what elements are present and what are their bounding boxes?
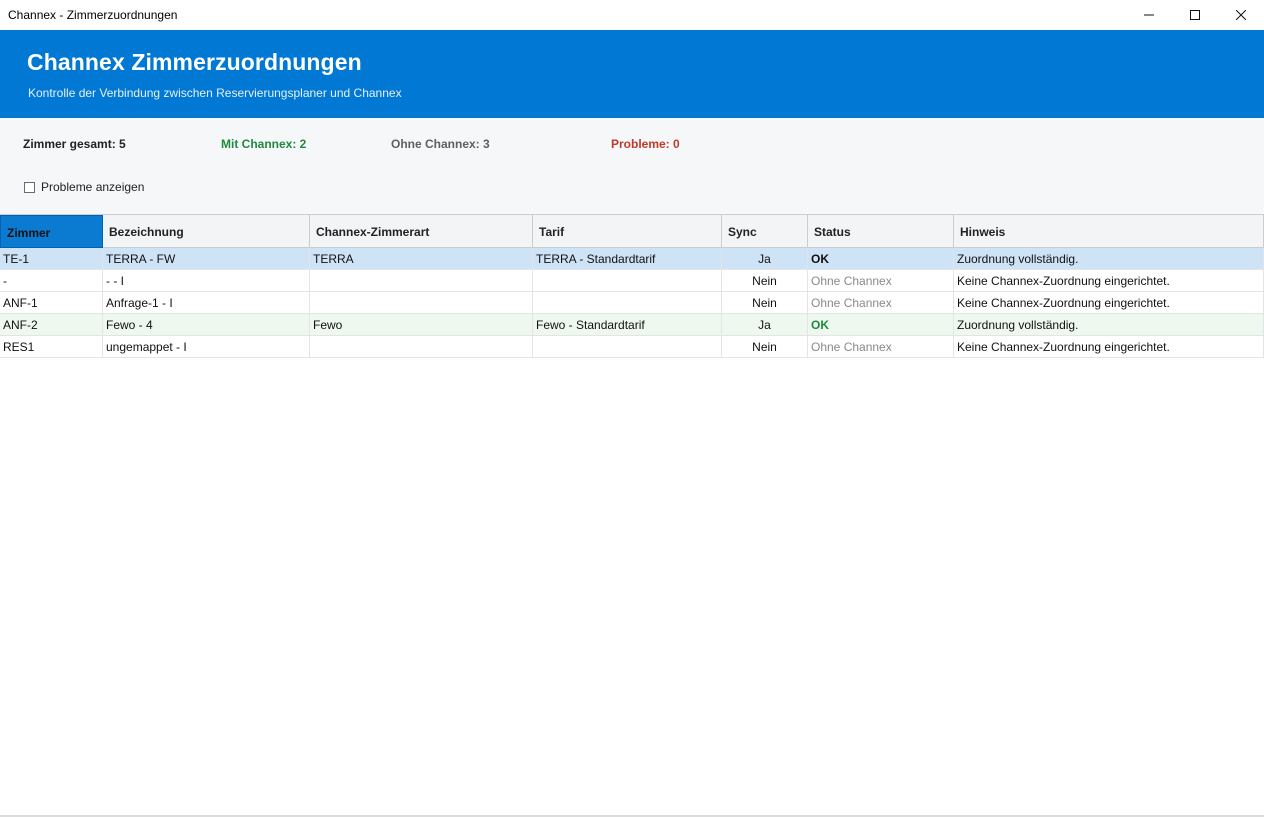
cell-tarif <box>533 336 722 357</box>
cell-hinweis: Keine Channex-Zuordnung eingerichtet. <box>954 270 1264 291</box>
close-button[interactable] <box>1218 0 1264 30</box>
cell-zimmer: RES1 <box>0 336 103 357</box>
column-header-hinweis[interactable]: Hinweis <box>954 215 1264 248</box>
table-row[interactable]: TE-1 TERRA - FW TERRA TERRA - Standardta… <box>0 248 1264 270</box>
column-header-zimmer[interactable]: Zimmer <box>0 215 103 248</box>
cell-bezeichnung: ungemappet - I <box>103 336 310 357</box>
cell-sync: Nein <box>722 270 808 291</box>
cell-zimmerart: TERRA <box>310 248 533 269</box>
cell-sync: Nein <box>722 292 808 313</box>
cell-tarif <box>533 292 722 313</box>
minimize-button[interactable] <box>1126 0 1172 30</box>
cell-zimmerart: Fewo <box>310 314 533 335</box>
cell-hinweis: Zuordnung vollständig. <box>954 314 1264 335</box>
maximize-button[interactable] <box>1172 0 1218 30</box>
column-header-sync[interactable]: Sync <box>722 215 808 248</box>
close-icon <box>1236 10 1246 20</box>
cell-status: OK <box>808 314 954 335</box>
stat-total-rooms: Zimmer gesamt: 5 <box>23 137 126 151</box>
table-row[interactable]: - - - I Nein Ohne Channex Keine Channex-… <box>0 270 1264 292</box>
show-problems-label[interactable]: Probleme anzeigen <box>41 180 144 194</box>
cell-hinweis: Zuordnung vollständig. <box>954 248 1264 269</box>
stat-without-channex: Ohne Channex: 3 <box>391 137 490 151</box>
cell-zimmer: - <box>0 270 103 291</box>
cell-zimmerart <box>310 292 533 313</box>
window-titlebar: Channex - Zimmerzuordnungen <box>0 0 1264 30</box>
cell-zimmer: ANF-1 <box>0 292 103 313</box>
minimize-icon <box>1144 14 1154 16</box>
table-row[interactable]: ANF-1 Anfrage-1 - I Nein Ohne Channex Ke… <box>0 292 1264 314</box>
page-subtitle: Kontrolle der Verbindung zwischen Reserv… <box>28 86 402 100</box>
cell-sync: Ja <box>722 314 808 335</box>
summary-panel: Zimmer gesamt: 5 Mit Channex: 2 Ohne Cha… <box>0 118 1264 214</box>
cell-tarif: Fewo - Standardtarif <box>533 314 722 335</box>
table-row[interactable]: ANF-2 Fewo - 4 Fewo Fewo - Standardtarif… <box>0 314 1264 336</box>
cell-sync: Nein <box>722 336 808 357</box>
show-problems-toggle[interactable]: Probleme anzeigen <box>24 180 144 194</box>
cell-zimmerart <box>310 270 533 291</box>
stat-with-channex: Mit Channex: 2 <box>221 137 307 151</box>
cell-hinweis: Keine Channex-Zuordnung eingerichtet. <box>954 336 1264 357</box>
table-header: Zimmer Bezeichnung Channex-Zimmerart Tar… <box>0 214 1264 248</box>
cell-status: OK <box>808 248 954 269</box>
maximize-icon <box>1190 10 1200 20</box>
cell-status: Ohne Channex <box>808 336 954 357</box>
column-header-tarif[interactable]: Tarif <box>533 215 722 248</box>
cell-hinweis: Keine Channex-Zuordnung eingerichtet. <box>954 292 1264 313</box>
stat-problems: Probleme: 0 <box>611 137 680 151</box>
cell-status: Ohne Channex <box>808 292 954 313</box>
cell-zimmer: ANF-2 <box>0 314 103 335</box>
cell-sync: Ja <box>722 248 808 269</box>
column-header-zimmerart[interactable]: Channex-Zimmerart <box>310 215 533 248</box>
column-header-status[interactable]: Status <box>808 215 954 248</box>
cell-zimmerart <box>310 336 533 357</box>
cell-bezeichnung: - - I <box>103 270 310 291</box>
table-row[interactable]: RES1 ungemappet - I Nein Ohne Channex Ke… <box>0 336 1264 358</box>
cell-zimmer: TE-1 <box>0 248 103 269</box>
page-title: Channex Zimmerzuordnungen <box>27 49 362 75</box>
cell-status: Ohne Channex <box>808 270 954 291</box>
cell-bezeichnung: Fewo - 4 <box>103 314 310 335</box>
column-header-bezeichnung[interactable]: Bezeichnung <box>103 215 310 248</box>
cell-bezeichnung: Anfrage-1 - I <box>103 292 310 313</box>
page-header: Channex Zimmerzuordnungen Kontrolle der … <box>0 30 1264 118</box>
show-problems-checkbox[interactable] <box>24 181 35 193</box>
cell-tarif: TERRA - Standardtarif <box>533 248 722 269</box>
window-title: Channex - Zimmerzuordnungen <box>8 8 178 22</box>
cell-bezeichnung: TERRA - FW <box>103 248 310 269</box>
cell-tarif <box>533 270 722 291</box>
